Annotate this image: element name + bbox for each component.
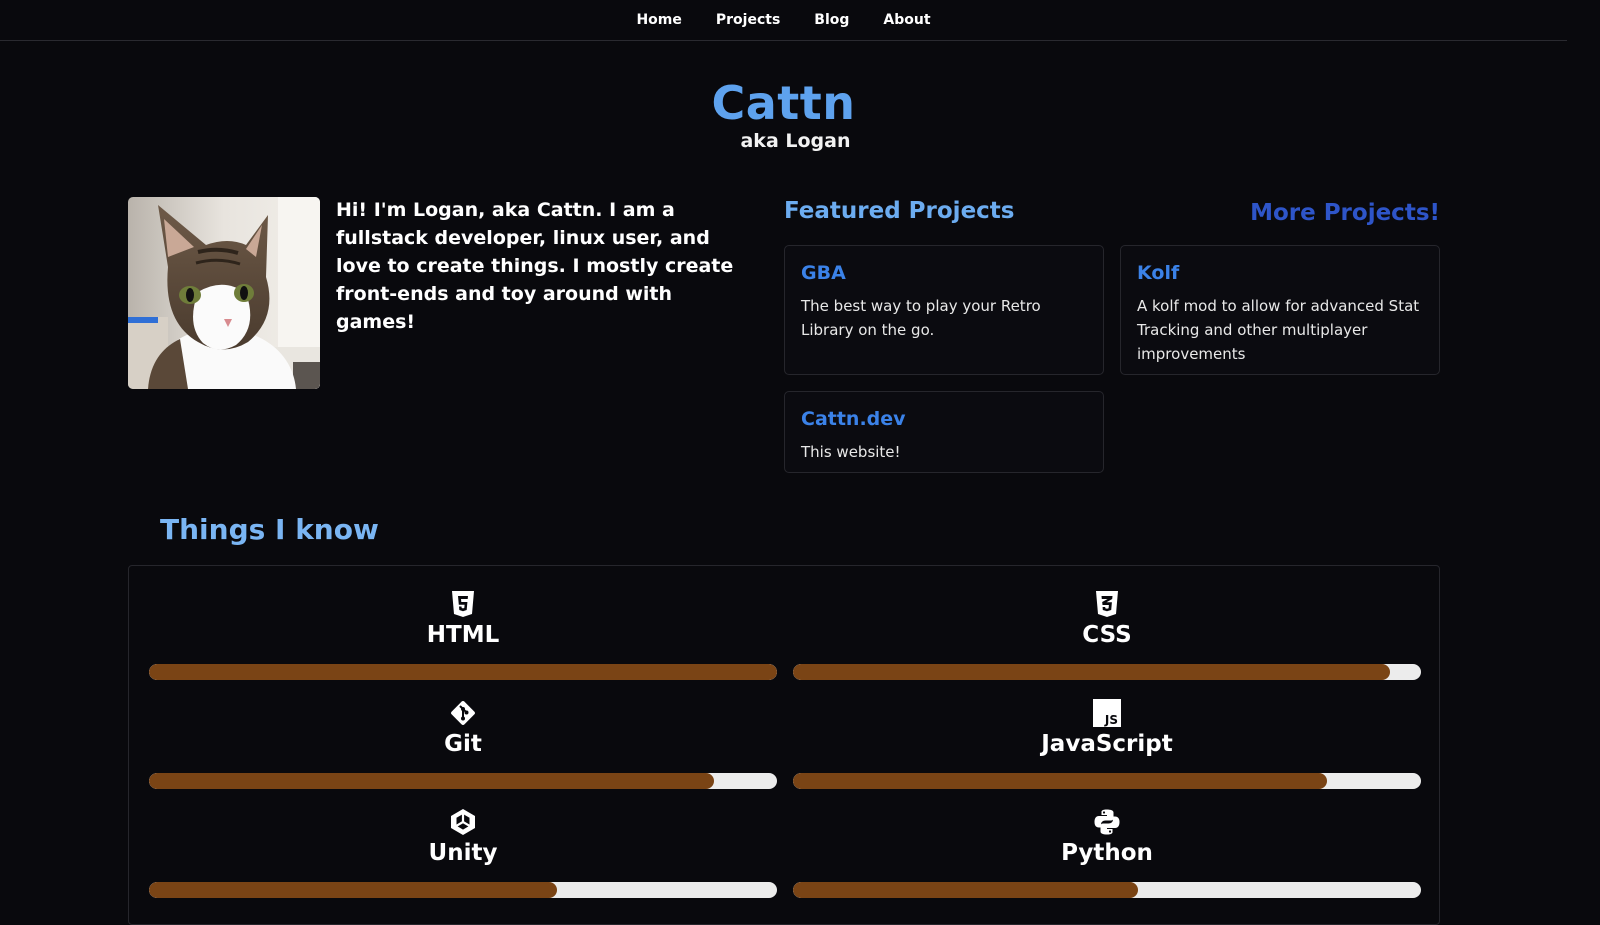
skill-bar-fill [149,773,715,789]
skill-bar-fill [149,664,777,680]
css3-icon [1096,591,1118,617]
nav-about-link[interactable]: About [883,12,930,28]
skill-bar [149,664,777,680]
site-title: Cattn [711,76,856,130]
skill-unity: Unity [149,808,777,898]
skill-name: JavaScript [1041,731,1173,757]
site-subtitle: aka Logan [740,130,851,152]
nav-blog-link[interactable]: Blog [814,12,849,28]
html5-icon [452,591,474,617]
project-description: The best way to play your Retro Library … [801,297,1041,339]
nav-projects-link[interactable]: Projects [716,12,780,28]
skills-heading: Things I know [160,513,379,546]
skill-bar-fill [793,882,1139,898]
skill-html: HTML [149,590,777,680]
project-card-cattn-dev[interactable]: Cattn.dev This website! [784,391,1104,473]
skill-bar-fill [793,773,1327,789]
skill-name: Unity [428,840,498,866]
skill-bar [793,773,1421,789]
top-nav: Home Projects Blog About [0,0,1567,41]
unity-icon [451,809,475,835]
skill-bar [793,882,1421,898]
intro-text: Hi! I'm Logan, aka Cattn. I am a fullsta… [336,199,734,333]
skill-css: CSS [793,590,1421,680]
skill-bar [149,882,777,898]
skill-name: HTML [426,622,500,648]
python-icon [1094,809,1120,835]
svg-text:JS: JS [1104,713,1118,727]
avatar [128,197,320,389]
featured-projects-heading: Featured Projects [784,198,1015,224]
git-icon [451,701,475,725]
skill-javascript: JS JavaScript [793,699,1421,789]
project-title[interactable]: Cattn.dev [801,408,1087,430]
skill-bar-fill [793,664,1390,680]
nav-home-link[interactable]: Home [636,12,681,28]
project-card-kolf[interactable]: Kolf A kolf mod to allow for advanced St… [1120,245,1440,375]
project-description: A kolf mod to allow for advanced Stat Tr… [1137,297,1420,363]
skills-panel: HTML CSS Git JS JavaScript Unity Python [128,565,1440,925]
project-title[interactable]: Kolf [1137,262,1423,284]
javascript-icon: JS [1093,699,1121,727]
skill-python: Python [793,808,1421,898]
project-card-gba[interactable]: GBA The best way to play your Retro Libr… [784,245,1104,375]
skill-name: Python [1061,840,1153,866]
skill-bar [793,664,1421,680]
skill-git: Git [149,699,777,789]
cat-photo [128,197,320,389]
project-description: This website! [801,443,901,461]
project-title[interactable]: GBA [801,262,1087,284]
skill-bar-fill [149,882,558,898]
skill-bar [149,773,777,789]
skill-name: CSS [1082,622,1132,648]
more-projects-link[interactable]: More Projects! [1250,200,1440,226]
skill-name: Git [444,731,482,757]
